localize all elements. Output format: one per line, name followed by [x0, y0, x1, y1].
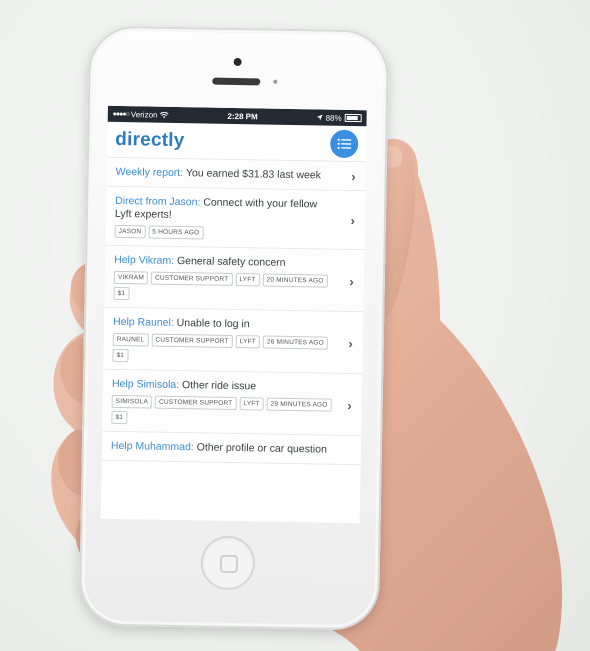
notification-feed: Weekly report: You earned $31.83 last we…: [101, 157, 366, 466]
feed-item-message: Help Simisola: Other ride issue: [112, 378, 332, 395]
tag: LYFT: [235, 273, 260, 287]
proximity-sensor: [273, 79, 278, 84]
tag: 26 MINUTES AGO: [262, 335, 329, 350]
feed-item-title: Help Muhammad:: [110, 439, 194, 454]
chevron-right-icon: ›: [348, 335, 353, 351]
tag: RAUNEL: [112, 332, 149, 347]
tag: CUSTOMER SUPPORT: [150, 271, 233, 286]
feed-item-title: Weekly report:: [115, 165, 184, 180]
chevron-right-icon: ›: [349, 273, 354, 289]
clock: 2:28 PM: [227, 111, 258, 121]
feed-item-message: Help Vikram: General safety concern: [114, 254, 334, 271]
app-logo: directly: [115, 128, 185, 151]
status-left: ●●●●○ Verizon: [113, 109, 169, 119]
signal-strength-icon: ●●●●○: [112, 110, 129, 118]
battery-icon: [344, 113, 362, 123]
feed-item-text: Other ride issue: [179, 379, 257, 393]
tag: 5 HOURS AGO: [148, 225, 204, 240]
tag-list: SIMISOLA CUSTOMER SUPPORT LYFT 29 MINUTES A…: [111, 394, 332, 428]
feed-item-text: Other profile or car question: [193, 441, 327, 456]
feed-item[interactable]: Direct from Jason: Connect with your fel…: [105, 186, 366, 251]
feed-item-text: You earned $31.83 last week: [183, 167, 322, 182]
tag: CUSTOMER SUPPORT: [154, 395, 237, 411]
phone: ●●●●○ Verizon 2:28 PM 88% directly Weekl…: [78, 25, 390, 631]
carrier-label: Verizon: [130, 109, 158, 120]
tag-list: VIKRAM CUSTOMER SUPPORT LYFT 20 MINUTES AGO…: [113, 270, 333, 304]
feed-item-message: Help Muhammad: Other profile or car ques…: [111, 440, 331, 457]
feed-item[interactable]: Help Vikram: General safety concern VIKRA…: [104, 245, 365, 313]
home-button[interactable]: [200, 535, 256, 591]
tag: LYFT: [235, 335, 261, 349]
list-icon: [337, 138, 352, 149]
feed-item-text: General safety concern: [173, 254, 286, 269]
phone-screen: ●●●●○ Verizon 2:28 PM 88% directly Weekl…: [100, 105, 367, 524]
tag: 29 MINUTES AGO: [266, 397, 332, 412]
feed-item-message: Direct from Jason: Connect with your fel…: [115, 195, 335, 225]
feed-item-title: Help Raunel:: [112, 315, 174, 329]
tag-list: JASON 5 HOURS AGO: [114, 224, 335, 242]
location-arrow-icon: [316, 114, 323, 121]
chevron-right-icon: ›: [350, 213, 356, 229]
feed-item-message: Help Raunel: Unable to log in: [113, 316, 333, 333]
wifi-icon: [159, 111, 169, 118]
feed-item-text: Unable to log in: [173, 316, 250, 331]
tag: $1: [111, 410, 128, 425]
feed-item[interactable]: Weekly report: You earned $31.83 last we…: [106, 157, 366, 192]
feed-item-message: Weekly report: You earned $31.83 last we…: [116, 166, 336, 183]
earpiece-speaker: [212, 77, 261, 86]
chevron-right-icon: ›: [347, 397, 352, 413]
feed-item[interactable]: Help Muhammad: Other profile or car ques…: [101, 431, 362, 466]
battery-percent: 88%: [325, 113, 342, 123]
tag: CUSTOMER SUPPORT: [151, 333, 233, 348]
feed-item-title: Help Simisola:: [111, 377, 180, 392]
status-right: 88%: [316, 113, 362, 123]
tag: VIKRAM: [113, 270, 149, 285]
feed-item[interactable]: Help Simisola: Other ride issue SIMISOLA C…: [102, 369, 363, 437]
tag: LYFT: [239, 397, 264, 411]
chevron-right-icon: ›: [351, 169, 356, 185]
tag: $1: [112, 348, 129, 363]
front-camera: [233, 57, 242, 67]
tag: 20 MINUTES AGO: [262, 273, 328, 288]
tag: JASON: [114, 224, 146, 239]
menu-button[interactable]: [329, 129, 359, 158]
battery-fill: [346, 115, 359, 121]
feed-item[interactable]: Help Raunel: Unable to log in RAUNEL CUSTO…: [103, 307, 364, 375]
tag: $1: [113, 286, 130, 301]
app-header: directly: [106, 121, 367, 163]
feed-item-title: Help Vikram:: [114, 253, 175, 267]
feed-item-title: Direct from Jason:: [115, 194, 201, 209]
tag: SIMISOLA: [111, 394, 153, 409]
tag-list: RAUNEL CUSTOMER SUPPORT LYFT 26 MINUTES AGO…: [112, 332, 332, 366]
